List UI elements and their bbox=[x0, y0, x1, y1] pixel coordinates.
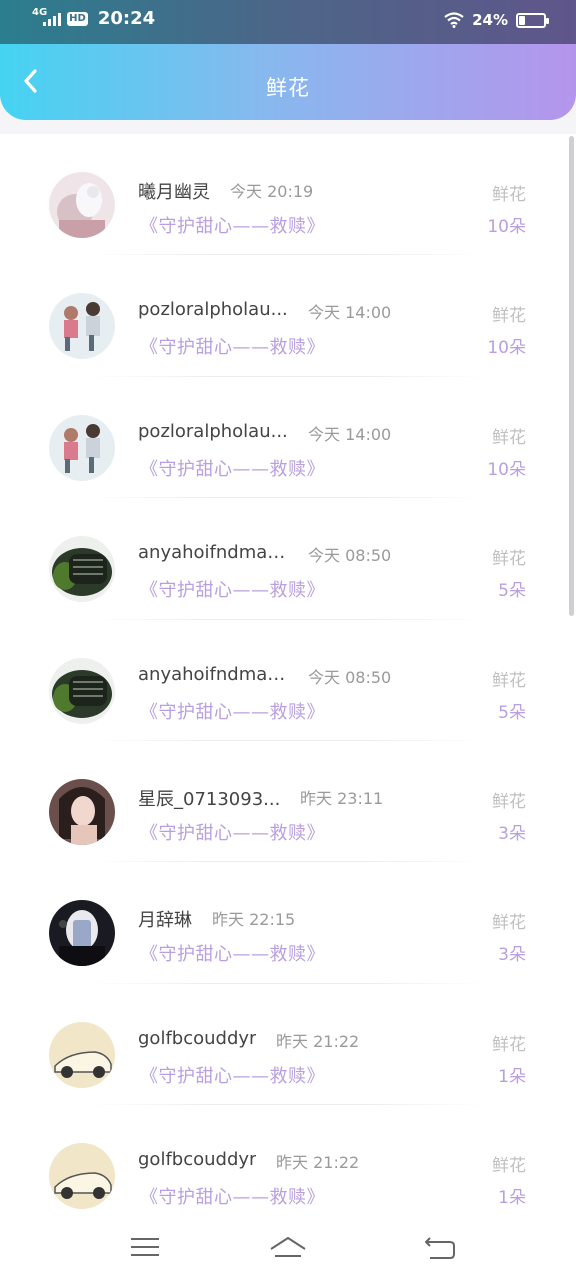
avatar[interactable] bbox=[49, 900, 115, 967]
gift-time: 今天 14:00 bbox=[308, 424, 392, 444]
gift-time: 昨天 23:11 bbox=[300, 788, 384, 808]
battery-percent: 24% bbox=[472, 11, 508, 29]
list-item[interactable]: 星辰_0713093... 昨天 23:11 《守护甜心——救赎》 鲜花 3朵 bbox=[0, 741, 576, 863]
avatar[interactable] bbox=[49, 657, 115, 724]
sender-name: 曦月幽灵 bbox=[138, 182, 210, 203]
avatar[interactable] bbox=[49, 1021, 115, 1088]
status-time: 20:24 bbox=[97, 8, 156, 29]
gift-time: 昨天 22:15 bbox=[212, 910, 296, 930]
work-title[interactable]: 《守护甜心——救赎》 bbox=[140, 940, 325, 966]
gift-count: 3朵 bbox=[498, 823, 526, 844]
sender-name: 月辞琳 bbox=[138, 910, 192, 932]
menu-icon[interactable] bbox=[127, 1230, 163, 1264]
sender-name: golfbcouddyr bbox=[138, 1027, 257, 1049]
gift-count: 10朵 bbox=[487, 459, 526, 480]
list-item[interactable]: golfbcouddyr 昨天 21:22 《守护甜心——救赎》 鲜花 1朵 bbox=[0, 1105, 576, 1214]
avatar[interactable] bbox=[49, 536, 115, 603]
list-item[interactable]: pozloralpholau... 今天 14:00 《守护甜心——救赎》 鲜花 10朵 bbox=[0, 255, 576, 377]
sender-name: anyahoifndmar... bbox=[138, 542, 288, 564]
work-title[interactable]: 《守护甜心——救赎》 bbox=[140, 576, 325, 602]
gift-type: 鲜花 bbox=[492, 427, 526, 448]
gift-count: 5朵 bbox=[498, 581, 526, 602]
gift-count: 10朵 bbox=[487, 217, 526, 237]
work-title[interactable]: 《守护甜心——救赎》 bbox=[140, 698, 325, 724]
sender-name: 星辰_0713093... bbox=[138, 788, 281, 810]
gift-type: 鲜花 bbox=[492, 185, 526, 205]
list-item[interactable]: pozloralpholau... 今天 14:00 《守护甜心——救赎》 鲜花 10朵 bbox=[0, 377, 576, 499]
system-nav-bar bbox=[0, 1214, 576, 1280]
status-bar: 4G HD 20:24 24% bbox=[0, 0, 576, 44]
gift-time: 今天 14:00 bbox=[308, 303, 392, 323]
gift-time: 昨天 21:22 bbox=[276, 1031, 360, 1051]
gift-time: 今天 20:19 bbox=[230, 182, 314, 201]
work-title[interactable]: 《守护甜心——救赎》 bbox=[140, 1183, 325, 1209]
work-title[interactable]: 《守护甜心——救赎》 bbox=[140, 333, 325, 359]
avatar[interactable] bbox=[49, 1143, 115, 1210]
gift-time: 今天 08:50 bbox=[308, 546, 392, 566]
avatar[interactable] bbox=[49, 778, 115, 845]
network-type: 4G bbox=[32, 7, 48, 18]
list-item[interactable]: anyahoifndmar... 今天 08:50 《守护甜心——救赎》 鲜花 5朵 bbox=[0, 498, 576, 620]
work-title[interactable]: 《守护甜心——救赎》 bbox=[140, 212, 325, 238]
gift-count: 3朵 bbox=[498, 945, 526, 966]
work-title[interactable]: 《守护甜心——救赎》 bbox=[140, 819, 325, 845]
nav-bar: 鲜花 bbox=[0, 44, 576, 120]
gift-time: 昨天 21:22 bbox=[276, 1153, 360, 1173]
page-title: 鲜花 bbox=[266, 76, 310, 100]
list-item[interactable]: 曦月幽灵 今天 20:19 《守护甜心——救赎》 鲜花 10朵 bbox=[0, 134, 576, 256]
gift-type: 鲜花 bbox=[492, 1034, 526, 1055]
gift-type: 鲜花 bbox=[492, 549, 526, 570]
sender-name: pozloralpholau... bbox=[138, 420, 288, 442]
gift-count: 5朵 bbox=[498, 702, 526, 723]
home-icon[interactable] bbox=[268, 1230, 308, 1264]
gift-type: 鲜花 bbox=[492, 913, 526, 934]
work-title[interactable]: 《守护甜心——救赎》 bbox=[140, 455, 325, 481]
list-item[interactable]: golfbcouddyr 昨天 21:22 《守护甜心——救赎》 鲜花 1朵 bbox=[0, 984, 576, 1106]
wifi-icon bbox=[444, 12, 464, 28]
hd-badge: HD bbox=[67, 11, 88, 26]
list-item[interactable]: 月辞琳 昨天 22:15 《守护甜心——救赎》 鲜花 3朵 bbox=[0, 862, 576, 984]
work-title[interactable]: 《守护甜心——救赎》 bbox=[140, 1062, 325, 1088]
return-icon[interactable] bbox=[422, 1230, 458, 1264]
sender-name: golfbcouddyr bbox=[138, 1149, 257, 1171]
avatar[interactable] bbox=[49, 414, 115, 481]
gift-type: 鲜花 bbox=[492, 306, 526, 327]
gift-count: 10朵 bbox=[487, 338, 526, 359]
gift-time: 今天 08:50 bbox=[308, 667, 392, 687]
gift-type: 鲜花 bbox=[492, 791, 526, 812]
gift-count: 1朵 bbox=[498, 1066, 526, 1087]
sender-name: anyahoifndmar... bbox=[138, 663, 288, 685]
header: 4G HD 20:24 24% 鲜花 bbox=[0, 0, 576, 120]
list-item[interactable]: anyahoifndmar... 今天 08:50 《守护甜心——救赎》 鲜花 5朵 bbox=[0, 620, 576, 741]
gift-type: 鲜花 bbox=[492, 670, 526, 691]
sender-name: pozloralpholau... bbox=[138, 299, 288, 321]
gift-count: 1朵 bbox=[498, 1188, 526, 1209]
battery-icon bbox=[516, 12, 549, 28]
gift-type: 鲜花 bbox=[492, 1156, 526, 1177]
gift-list[interactable]: 曦月幽灵 今天 20:19 《守护甜心——救赎》 鲜花 10朵 pozloralphola… bbox=[0, 134, 576, 1214]
avatar[interactable] bbox=[49, 172, 115, 238]
avatar[interactable] bbox=[49, 293, 115, 360]
